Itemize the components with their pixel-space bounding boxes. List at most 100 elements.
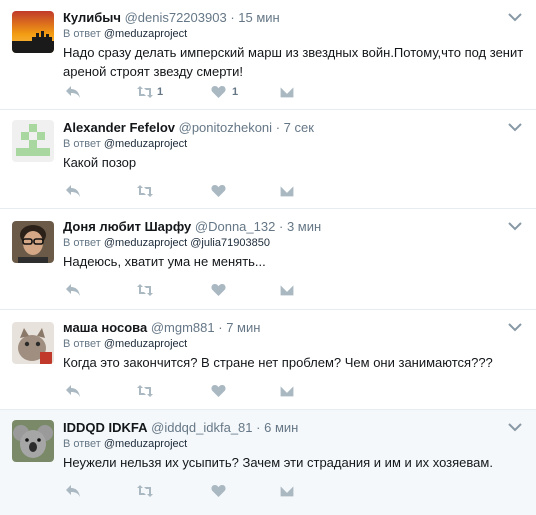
reply-button[interactable] — [65, 384, 81, 400]
reply-to-link[interactable]: @meduzaproject @julia71903850 — [104, 237, 270, 249]
like-button[interactable] — [211, 484, 226, 500]
envelope-icon — [279, 283, 295, 297]
reply-prefix: В ответ — [63, 338, 101, 350]
reply-context: В ответ @meduzaproject — [63, 27, 524, 41]
reply-prefix: В ответ — [63, 438, 101, 450]
avatar[interactable] — [12, 322, 54, 364]
tweet-text: Неужели нельзя их усыпить? Зачем эти стр… — [63, 455, 493, 470]
display-name[interactable]: IDDQD IDKFA — [63, 420, 148, 435]
envelope-icon — [279, 85, 295, 99]
retweet-icon — [137, 86, 153, 98]
reply-context: В ответ @meduzaproject @julia71903850 — [63, 236, 524, 250]
reply-prefix: В ответ — [63, 28, 101, 40]
separator: · — [256, 420, 261, 435]
retweet-button[interactable] — [136, 184, 154, 200]
username[interactable]: @iddqd_idkfa_81 — [151, 420, 252, 435]
heart-icon — [211, 284, 226, 296]
separator: · — [275, 120, 281, 135]
heart-icon — [211, 485, 226, 497]
dm-button[interactable] — [279, 484, 295, 500]
separator: · — [278, 219, 284, 234]
tweet-actions — [63, 184, 313, 200]
tweet-text: Какой позор — [63, 155, 137, 170]
tweet-text: Надеюсь, хватит ума не менять... — [63, 254, 266, 269]
retweet-icon — [137, 385, 153, 397]
tweet-actions — [63, 484, 313, 500]
like-button[interactable]: 1 — [211, 85, 251, 101]
retweet-icon — [137, 485, 153, 497]
timestamp[interactable]: 6 мин — [264, 420, 298, 435]
retweet-count: 1 — [157, 86, 164, 98]
tweet-header: Доня любит Шарфу @Donna_132 · 3 мин — [63, 218, 524, 235]
display-name[interactable]: Alexander Fefelov — [63, 120, 175, 135]
reply-to-link[interactable]: @meduzaproject — [104, 338, 187, 350]
timestamp[interactable]: 3 мин — [287, 219, 321, 234]
display-name[interactable]: Доня любит Шарфу — [63, 219, 191, 234]
retweet-button[interactable]: 1 — [136, 85, 176, 101]
timestamp[interactable]: 7 сек — [284, 120, 314, 135]
retweet-button[interactable] — [136, 484, 154, 500]
retweet-icon — [137, 185, 153, 197]
reply-button[interactable] — [65, 283, 81, 299]
envelope-icon — [279, 184, 295, 198]
reply-button[interactable] — [65, 184, 81, 200]
display-name[interactable]: маша носова — [63, 320, 147, 335]
tweet[interactable]: Кулибыч @denis72203903 · 15 мин В ответ … — [0, 0, 536, 110]
envelope-icon — [279, 384, 295, 398]
separator: · — [230, 10, 235, 25]
dm-button[interactable] — [279, 184, 295, 200]
retweet-icon — [137, 284, 153, 296]
reply-button[interactable] — [65, 484, 81, 500]
avatar[interactable] — [12, 221, 54, 263]
reply-icon — [66, 385, 80, 397]
username[interactable]: @mgm881 — [151, 320, 215, 335]
avatar[interactable] — [12, 120, 54, 162]
reply-icon — [66, 86, 80, 98]
reply-to-link[interactable]: @meduzaproject — [104, 438, 187, 450]
tweet-header: маша носова @mgm881 · 7 мин — [63, 319, 524, 336]
like-count: 1 — [232, 86, 239, 98]
timestamp[interactable]: 15 мин — [238, 10, 279, 25]
tweet-actions — [63, 283, 313, 299]
display-name[interactable]: Кулибыч — [63, 10, 121, 25]
retweet-button[interactable] — [136, 283, 154, 299]
tweet[interactable]: IDDQD IDKFA @iddqd_idkfa_81 · 6 мин В от… — [0, 410, 536, 515]
dm-button[interactable] — [279, 283, 295, 299]
dm-button[interactable] — [279, 384, 295, 400]
tweet-header: Кулибыч @denis72203903 · 15 мин — [63, 9, 524, 26]
tweet-text: Надо сразу делать имперский марш из звез… — [63, 45, 524, 79]
reply-prefix: В ответ — [63, 237, 101, 249]
heart-icon — [211, 185, 226, 197]
username[interactable]: @denis72203903 — [125, 10, 227, 25]
avatar[interactable] — [12, 420, 54, 462]
timestamp[interactable]: 7 мин — [226, 320, 260, 335]
tweet[interactable]: маша носова @mgm881 · 7 мин В ответ @med… — [0, 310, 536, 410]
reply-to-link[interactable]: @meduzaproject — [104, 138, 187, 150]
tweet[interactable]: Доня любит Шарфу @Donna_132 · 3 мин В от… — [0, 209, 536, 310]
heart-icon — [211, 86, 226, 98]
avatar[interactable] — [12, 11, 54, 53]
separator: · — [218, 320, 223, 335]
like-button[interactable] — [211, 384, 226, 400]
username[interactable]: @ponitozhekoni — [179, 120, 272, 135]
reply-icon — [66, 284, 80, 296]
like-button[interactable] — [211, 184, 226, 200]
tweet-header: Alexander Fefelov @ponitozhekoni · 7 сек — [63, 119, 524, 136]
reply-to-link[interactable]: @meduzaproject — [104, 28, 187, 40]
username[interactable]: @Donna_132 — [195, 219, 275, 234]
retweet-button[interactable] — [136, 384, 154, 400]
tweet-actions — [63, 384, 313, 400]
tweet-actions: 1 1 — [63, 85, 313, 101]
reply-context: В ответ @meduzaproject — [63, 337, 524, 351]
dm-button[interactable] — [279, 85, 295, 101]
reply-context: В ответ @meduzaproject — [63, 137, 524, 151]
tweet-text: Когда это закончится? В стране нет пробл… — [63, 355, 493, 370]
tweet[interactable]: Alexander Fefelov @ponitozhekoni · 7 сек… — [0, 110, 536, 209]
reply-prefix: В ответ — [63, 138, 101, 150]
reply-button[interactable] — [65, 85, 81, 101]
reply-icon — [66, 185, 80, 197]
heart-icon — [211, 385, 226, 397]
envelope-icon — [279, 484, 295, 498]
like-button[interactable] — [211, 283, 226, 299]
reply-icon — [66, 485, 80, 497]
